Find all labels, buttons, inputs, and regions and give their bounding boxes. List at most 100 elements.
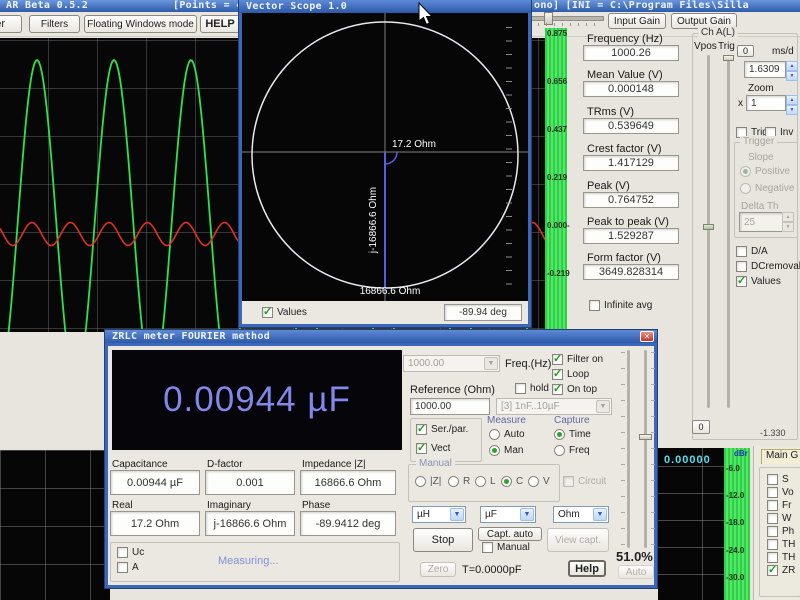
- on-top-label: On top: [567, 384, 597, 395]
- reference-value: 1000.00: [415, 401, 451, 412]
- range-select[interactable]: [3] 1nF..10µF ▼: [496, 398, 612, 415]
- zero-button[interactable]: Zero: [420, 562, 456, 577]
- ms-d-label: ms/d: [772, 46, 794, 57]
- a-checkbox[interactable]: [117, 562, 128, 573]
- option-checkbox[interactable]: [767, 513, 778, 524]
- zrlc-slider-2-track[interactable]: [644, 350, 647, 548]
- capture-freq-radio[interactable]: [554, 445, 565, 456]
- check-icon: ✓: [263, 305, 272, 318]
- app-title-right: ono] [INI = C:\Program Files\Silla: [534, 0, 749, 11]
- circuit-checkbox[interactable]: [563, 476, 574, 487]
- on-top-checkbox[interactable]: ✓: [552, 384, 563, 395]
- manual-r-label: R: [463, 476, 470, 487]
- zrlc-slider-2-thumb[interactable]: [639, 434, 652, 440]
- main-option-row: W: [767, 513, 791, 524]
- capt-auto-button[interactable]: Capt. auto: [478, 527, 542, 541]
- capture-freq-label: Freq: [569, 445, 590, 456]
- manual-c-radio[interactable]: [501, 476, 512, 487]
- zrlc-option-checkbox[interactable]: ✓: [767, 565, 778, 576]
- vs-values-checkbox[interactable]: ✓: [262, 307, 273, 318]
- stop-button[interactable]: Stop: [413, 528, 473, 552]
- manual-r-radio[interactable]: [448, 476, 459, 487]
- measure-auto-radio[interactable]: [489, 429, 500, 440]
- option-checkbox[interactable]: [767, 539, 778, 550]
- floating-windows-mode-button[interactable]: Floating Windows mode: [84, 15, 197, 33]
- option-checkbox[interactable]: [767, 474, 778, 485]
- phase-value: -89.9412 deg: [316, 518, 381, 530]
- manual-z-radio[interactable]: [415, 476, 426, 487]
- scope-scale-label: 0.875: [547, 29, 567, 38]
- ms-spinner[interactable]: ▲▼: [786, 61, 798, 78]
- slope-negative-radio[interactable]: [740, 183, 751, 194]
- zoom-value-field[interactable]: 1: [746, 95, 786, 111]
- scope-scale-label: 0.656: [547, 77, 567, 86]
- vpos-slider-track[interactable]: [707, 55, 710, 408]
- spin-down-icon[interactable]: ▼: [786, 105, 798, 115]
- spin-up-icon[interactable]: ▲: [782, 212, 794, 222]
- uc-checkbox[interactable]: [117, 547, 128, 558]
- option-checkbox[interactable]: [767, 552, 778, 563]
- filters-button[interactable]: Filters: [29, 15, 80, 33]
- help-menu-button[interactable]: HELP: [200, 15, 240, 33]
- spin-up-icon[interactable]: ▲: [786, 95, 798, 105]
- combo-arrow-glyph: ▼: [454, 511, 461, 518]
- values-label: Values: [751, 276, 781, 287]
- inductance-unit-select[interactable]: µH ▼: [412, 506, 466, 523]
- delta-th-spinner[interactable]: ▲▼: [782, 212, 794, 232]
- auto-button[interactable]: Auto: [618, 565, 654, 579]
- da-checkbox[interactable]: [736, 246, 747, 257]
- floating-windows-label: Floating Windows mode: [87, 19, 194, 30]
- dcremoval-checkbox[interactable]: [736, 261, 747, 272]
- input-gain-button[interactable]: Input Gain: [608, 13, 666, 29]
- meter-button[interactable]: meter: [0, 15, 22, 33]
- view-capt-button[interactable]: View capt.: [547, 528, 609, 552]
- infinite-avg-checkbox[interactable]: [589, 300, 600, 311]
- manual-v-radio[interactable]: [528, 476, 539, 487]
- check-icon: ✓: [417, 441, 426, 454]
- vpos-zero-button[interactable]: 0: [692, 420, 710, 434]
- ms-value-field[interactable]: 1.6309: [744, 61, 786, 78]
- vpos-slider-thumb[interactable]: [703, 224, 714, 230]
- spin-down-icon[interactable]: ▼: [786, 71, 798, 81]
- spin-down-icon[interactable]: ▼: [782, 222, 794, 232]
- delta-th-field[interactable]: 25: [739, 212, 787, 232]
- option-checkbox[interactable]: [767, 500, 778, 511]
- reference-input[interactable]: 1000.00: [410, 398, 490, 415]
- percent-value: 51.0%: [616, 549, 653, 564]
- slope-positive-radio[interactable]: [740, 166, 751, 177]
- manual-l-radio[interactable]: [475, 476, 486, 487]
- filter-on-checkbox[interactable]: ✓: [552, 354, 563, 365]
- zrlc-help-button[interactable]: Help: [568, 560, 606, 577]
- capture-time-radio[interactable]: [554, 429, 565, 440]
- capture-freq-row: Freq: [554, 445, 590, 456]
- option-checkbox[interactable]: [767, 487, 778, 498]
- vector-scope-plot: 17.2 Ohm j-16866.6 Ohm 16866.6 Ohm: [242, 13, 528, 301]
- zrlc-titlebar[interactable]: ZRLC meter FOURIER method: [105, 330, 657, 343]
- spin-up-icon[interactable]: ▲: [786, 61, 798, 71]
- trig-slider-thumb[interactable]: [723, 55, 734, 61]
- hold-checkbox[interactable]: [515, 383, 526, 394]
- measure-man-radio[interactable]: [489, 445, 500, 456]
- capture-group-title: Capture: [554, 415, 590, 426]
- loop-checkbox[interactable]: ✓: [552, 369, 563, 380]
- vector-scope-titlebar[interactable]: Vector Scope 1.0: [239, 0, 531, 13]
- zoom-spinner[interactable]: ▲▼: [786, 95, 798, 111]
- meter-button-label: meter: [0, 18, 5, 30]
- vect-checkbox[interactable]: ✓: [416, 443, 427, 454]
- values-checkbox[interactable]: ✓: [736, 276, 747, 287]
- gain-slider-track[interactable]: [528, 16, 604, 21]
- capacitance-unit-select[interactable]: µF ▼: [480, 506, 536, 523]
- close-icon[interactable]: ✕: [640, 331, 654, 342]
- ms-zero-button[interactable]: 0: [737, 45, 754, 57]
- manual-capture-checkbox[interactable]: [482, 542, 493, 553]
- freq-select[interactable]: 1000.00 ▼: [403, 355, 500, 372]
- range-select-value: [3] 1nF..10µF: [501, 401, 560, 412]
- trig-slider-track[interactable]: [727, 55, 730, 408]
- option-checkbox[interactable]: [767, 526, 778, 537]
- imaginary-value-label: j-16866.6 Ohm: [368, 187, 379, 254]
- tab-main[interactable]: Main G: [761, 449, 800, 464]
- option-label: S: [782, 474, 789, 485]
- serpar-checkbox[interactable]: ✓: [416, 424, 427, 435]
- resistance-unit-select[interactable]: Ohm ▼: [553, 506, 609, 523]
- zrlc-slider-1-track[interactable]: [627, 350, 630, 548]
